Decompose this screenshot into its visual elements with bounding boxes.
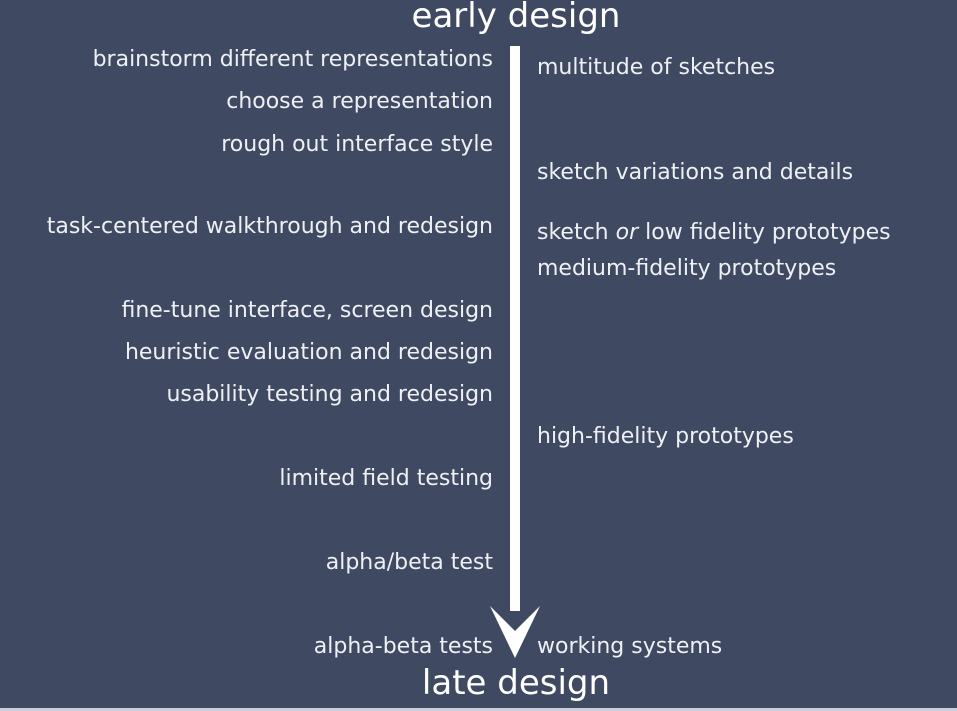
low-fidelity-text: low fidelity prototypes bbox=[638, 220, 891, 245]
right-item-medium-fidelity: medium-fidelity prototypes bbox=[537, 256, 837, 281]
or-emphasis: or bbox=[615, 220, 639, 245]
left-item-usability-testing: usability testing and redesign bbox=[166, 382, 493, 407]
left-item-walkthrough: task-centered walkthrough and redesign bbox=[46, 214, 493, 239]
right-item-working-systems: working systems bbox=[537, 634, 723, 659]
left-item-fine-tune: fine-tune interface, screen design bbox=[121, 298, 493, 323]
left-item-field-testing: limited field testing bbox=[279, 466, 493, 491]
left-item-alpha-beta-tests: alpha-beta tests bbox=[313, 634, 493, 659]
right-item-high-fidelity: high-fidelity prototypes bbox=[537, 424, 794, 449]
left-item-choose-representation: choose a representation bbox=[226, 89, 493, 114]
slide: early design brainstorm different repres… bbox=[0, 0, 957, 708]
arrow-shaft bbox=[510, 46, 520, 611]
arrow-head bbox=[490, 606, 540, 658]
left-item-alpha-beta-test: alpha/beta test bbox=[325, 550, 493, 575]
right-item-multitude-sketches: multitude of sketches bbox=[537, 55, 776, 80]
title-early-design: early design bbox=[411, 0, 621, 36]
left-item-heuristic-evaluation: heuristic evaluation and redesign bbox=[124, 340, 493, 365]
right-item-sketch-variations: sketch variations and details bbox=[537, 160, 854, 185]
sketch-text: sketch bbox=[537, 220, 616, 245]
left-item-rough-out-style: rough out interface style bbox=[221, 132, 493, 157]
right-item-sketch-or-low-fidelity: sketch or low fidelity prototypes bbox=[537, 220, 891, 246]
down-arrow-icon bbox=[490, 46, 540, 658]
title-late-design: late design bbox=[421, 663, 611, 703]
left-item-brainstorm: brainstorm different representations bbox=[92, 47, 493, 72]
